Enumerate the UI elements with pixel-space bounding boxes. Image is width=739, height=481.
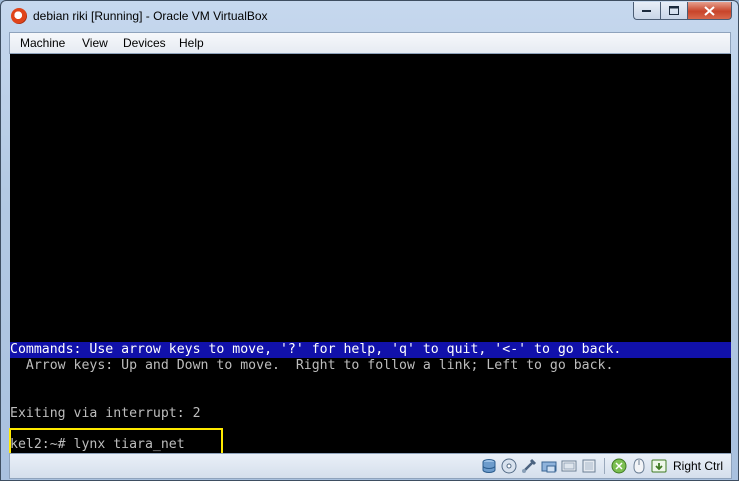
menu-help[interactable]: Help xyxy=(179,36,204,50)
close-button[interactable] xyxy=(687,2,732,20)
menu-view[interactable]: View xyxy=(82,36,108,50)
lynx-commands-line: Commands: Use arrow keys to move, '?' fo… xyxy=(10,342,731,358)
usb-icon[interactable] xyxy=(521,457,538,474)
menu-bar: Machine View Devices Help xyxy=(9,32,731,54)
maximize-button[interactable] xyxy=(660,2,687,20)
mouse-integration-icon[interactable] xyxy=(631,457,648,474)
virtualbox-window: debian riki [Running] - Oracle VM Virtua… xyxy=(0,0,739,481)
exit-message-line: Exiting via interrupt: 2 xyxy=(10,406,201,421)
title-bar[interactable]: debian riki [Running] - Oracle VM Virtua… xyxy=(1,1,738,32)
optical-drive-icon[interactable] xyxy=(501,457,518,474)
maximize-icon xyxy=(668,5,679,15)
menu-machine[interactable]: Machine xyxy=(20,36,65,50)
host-key-icon[interactable] xyxy=(651,457,668,474)
hard-disk-icon[interactable] xyxy=(481,457,498,474)
device-indicators: Right Ctrl xyxy=(481,457,723,474)
display-icon[interactable] xyxy=(581,457,598,474)
window-controls xyxy=(633,2,732,20)
status-bar: Right Ctrl xyxy=(9,453,732,479)
status-separator xyxy=(603,457,605,474)
shared-folders-icon[interactable] xyxy=(541,457,558,474)
lynx-arrow-keys-line: Arrow keys: Up and Down to move. Right t… xyxy=(10,358,614,373)
host-key-label: Right Ctrl xyxy=(672,458,723,473)
close-icon xyxy=(704,5,715,16)
menu-devices[interactable]: Devices xyxy=(123,36,166,50)
network-icon[interactable] xyxy=(561,457,578,474)
vm-display[interactable]: Commands: Use arrow keys to move, '?' fo… xyxy=(10,54,731,453)
minimize-button[interactable] xyxy=(633,2,660,20)
window-title: debian riki [Running] - Oracle VM Virtua… xyxy=(33,9,268,23)
capture-icon[interactable] xyxy=(611,457,628,474)
virtualbox-app-icon xyxy=(11,8,27,24)
minimize-icon xyxy=(642,9,651,12)
